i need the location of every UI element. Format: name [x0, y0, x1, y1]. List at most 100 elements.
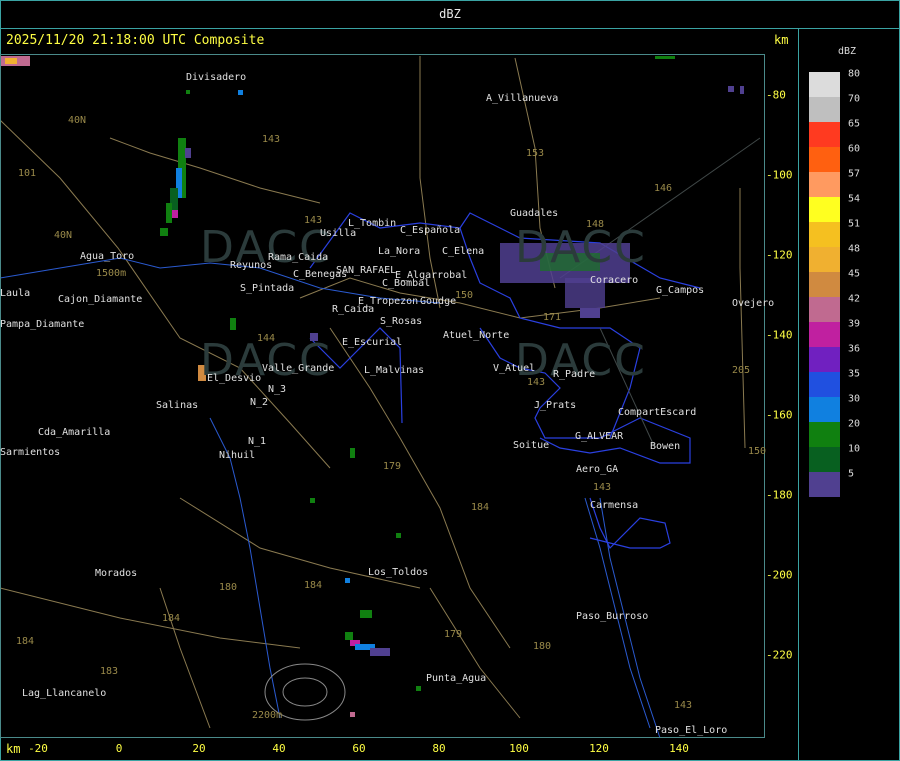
route-label: 205 [732, 365, 751, 376]
place-label: Paso_El_Loro [655, 725, 728, 736]
route-label: 150 [455, 290, 474, 301]
place-label: Soitue [513, 440, 550, 451]
legend-swatch [809, 72, 840, 97]
place-label: Aero_GA [576, 464, 619, 475]
route-label: 184 [304, 580, 323, 591]
x-tick-label: 20 [192, 742, 206, 755]
legend-label: 20 [848, 418, 861, 430]
legend-label: 5 [848, 468, 855, 480]
legend-label: 70 [848, 93, 861, 105]
place-label: Agua_Toro [80, 251, 135, 262]
x-tick-label: 120 [589, 742, 609, 755]
legend-swatch [809, 147, 840, 172]
route-label: 1500m [96, 268, 127, 279]
legend-label: 65 [848, 118, 861, 130]
route-label: 171 [543, 312, 562, 323]
place-label: C_Elena [442, 246, 485, 257]
legend-label: 80 [848, 68, 861, 80]
y-tick-label: -120 [766, 248, 793, 262]
place-label: Carmensa [590, 500, 639, 511]
legend-label: 42 [848, 293, 861, 305]
place-label: Valle_Grande [262, 363, 335, 374]
route-label: 143 [593, 482, 612, 493]
place-label: N_1 [248, 436, 267, 447]
route-label: 179 [444, 629, 463, 640]
route-label: 183 [100, 666, 119, 677]
color-legend [809, 72, 840, 497]
legend-label: 35 [848, 368, 861, 380]
place-label: Salinas [156, 400, 199, 411]
legend-swatch [809, 197, 840, 222]
legend-swatch [809, 297, 840, 322]
legend-swatch [809, 97, 840, 122]
legend-swatch [809, 372, 840, 397]
legend-swatch [809, 472, 840, 497]
route-label: 143 [262, 134, 281, 145]
place-label: R_Padre [553, 369, 596, 380]
place-label: Atuel_Norte [443, 330, 510, 341]
window-title: dBZ [0, 0, 900, 29]
route-label: 153 [526, 148, 545, 159]
x-tick-label: 60 [352, 742, 366, 755]
legend-label: 54 [848, 193, 861, 205]
place-label: Punta_Agua [426, 673, 487, 684]
legend-label: 51 [848, 218, 861, 230]
legend-swatch [809, 272, 840, 297]
legend-swatch [809, 172, 840, 197]
route-label: 184 [162, 613, 181, 624]
x-tick-label: 80 [432, 742, 446, 755]
legend-label: 39 [848, 318, 861, 330]
x-tick-label: 0 [115, 742, 123, 755]
place-label: Morados [95, 568, 138, 579]
route-label: 184 [16, 636, 35, 647]
legend-swatch [809, 222, 840, 247]
place-label: E_Escurial [342, 337, 403, 348]
place-label: N_2 [250, 397, 269, 408]
route-label: 40N [54, 230, 73, 241]
legend-swatch [809, 247, 840, 272]
place-label: Lag_Llancanelo [22, 688, 107, 699]
legend-label: 48 [848, 243, 861, 255]
legend-title: dBZ [838, 46, 857, 57]
place-label: S_Rosas [380, 316, 423, 327]
place-label: Cda_Amarilla [38, 427, 111, 438]
place-label: J_Prats [534, 400, 577, 411]
x-tick-label: 100 [509, 742, 529, 755]
map-border [0, 54, 765, 738]
place-label: G_Campos [656, 285, 705, 296]
route-label: 2200m [252, 710, 283, 721]
place-label: C_Española [400, 225, 461, 236]
place-label: Los_Toldos [368, 567, 429, 578]
place-label: Rama_Caida [268, 252, 329, 263]
y-tick-label: -80 [766, 88, 786, 102]
place-label: Divisadero [186, 72, 247, 83]
legend-label: 36 [848, 343, 861, 355]
place-label: Pampa_Diamante [0, 319, 85, 330]
legend-label: 10 [848, 443, 861, 455]
place-label: A_Villanueva [486, 93, 559, 104]
legend-swatch [809, 397, 840, 422]
timestamp-label: 2025/11/20 21:18:00 UTC Composite [6, 33, 265, 48]
route-label: 143 [527, 377, 546, 388]
place-label: N_3 [268, 384, 287, 395]
place-label: Usilla [320, 228, 357, 239]
y-tick-label: -200 [766, 568, 793, 582]
place-label: Reyunos [230, 260, 273, 271]
route-label: 179 [383, 461, 402, 472]
route-label: 150 [748, 446, 767, 457]
route-label: 143 [304, 215, 323, 226]
route-label: 101 [18, 168, 37, 179]
place-label: L_Malvinas [364, 365, 425, 376]
place-label: G_ALVEAR [575, 431, 624, 442]
legend-swatch [809, 322, 840, 347]
legend-label: 57 [848, 168, 861, 180]
place-label: La_Nora [378, 246, 421, 257]
legend-label: 30 [848, 393, 861, 405]
route-label: 144 [257, 333, 276, 344]
place-label: Ovejero [732, 298, 775, 309]
y-tick-label: -180 [766, 488, 793, 502]
place-label: Sarmientos [0, 447, 61, 458]
x-tick-label: 140 [669, 742, 689, 755]
place-label: CompartEscard [618, 407, 697, 418]
route-label: 146 [654, 183, 673, 194]
